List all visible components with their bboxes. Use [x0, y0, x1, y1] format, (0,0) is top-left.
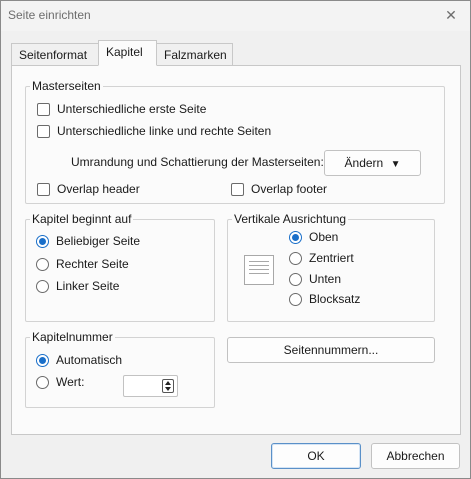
left-right-label: Unterschiedliche linke und rechte Seiten	[57, 124, 272, 138]
first-page-checkbox-row[interactable]: Unterschiedliche erste Seite	[37, 102, 206, 116]
kapitel-start-legend: Kapitel beginnt auf	[30, 212, 134, 226]
tab-seitenformat[interactable]: Seitenformat	[11, 43, 99, 66]
first-page-checkbox[interactable]	[37, 102, 50, 116]
overlap-footer-checkbox[interactable]	[231, 182, 244, 196]
overlap-footer-row[interactable]: Overlap footer	[231, 182, 327, 196]
cancel-button[interactable]: Abbrechen	[371, 443, 460, 469]
start-option-right-label: Rechter Seite	[56, 257, 129, 271]
start-option-any[interactable]: Beliebiger Seite	[36, 234, 140, 248]
overlap-footer-label: Overlap footer	[251, 182, 328, 196]
tab-falzmarken[interactable]: Falzmarken	[156, 43, 233, 66]
overlap-header-checkbox[interactable]	[37, 182, 50, 196]
window-title: Seite einrichten	[8, 8, 91, 22]
align-option-top[interactable]: Oben	[289, 230, 338, 244]
kapitelnummer-legend: Kapitelnummer	[30, 330, 115, 344]
close-icon[interactable]: ✕	[443, 7, 459, 23]
radio-linker-seite[interactable]	[36, 279, 49, 293]
radio-blocksatz[interactable]	[289, 292, 302, 306]
border-shading-label: Umrandung und Schattierung der Mastersei…	[71, 155, 324, 169]
start-option-left-label: Linker Seite	[56, 279, 120, 293]
start-option-any-label: Beliebiger Seite	[56, 234, 141, 248]
page-preview-icon	[244, 255, 274, 285]
triangle-down-icon: ▼	[390, 159, 401, 170]
title-bar: Seite einrichten ✕	[1, 1, 470, 31]
tab-kapitel[interactable]: Kapitel	[98, 40, 157, 66]
align-option-justify-label: Blocksatz	[309, 292, 361, 306]
ok-button[interactable]: OK	[271, 443, 361, 469]
align-option-justify[interactable]: Blocksatz	[289, 292, 360, 306]
radio-automatisch[interactable]	[36, 353, 49, 367]
masterseiten-legend: Masterseiten	[30, 79, 103, 93]
first-page-label: Unterschiedliche erste Seite	[57, 102, 207, 116]
left-right-checkbox-row[interactable]: Unterschiedliche linke und rechte Seiten	[37, 124, 271, 138]
change-button-label: Ändern	[344, 156, 384, 170]
change-button[interactable]: Ändern ▼	[324, 150, 421, 176]
vertical-alignment-group: Vertikale Ausrichtung Oben Zentriert Unt…	[227, 212, 435, 322]
tab-panel-kapitel: Masterseiten Unterschiedliche erste Seit…	[11, 65, 461, 435]
radio-wert[interactable]	[36, 375, 49, 389]
kapitelnummer-group: Kapitelnummer Automatisch Wert:	[25, 330, 215, 408]
radio-unten[interactable]	[289, 272, 302, 286]
page-numbers-button[interactable]: Seitennummern...	[227, 337, 435, 363]
vertical-alignment-legend: Vertikale Ausrichtung	[232, 212, 349, 226]
chapter-number-spinner[interactable]	[123, 375, 178, 397]
align-option-top-label: Oben	[309, 230, 339, 244]
number-auto-row[interactable]: Automatisch	[36, 353, 122, 367]
masterseiten-group: Masterseiten Unterschiedliche erste Seit…	[25, 79, 445, 204]
radio-oben[interactable]	[289, 230, 302, 244]
radio-rechter-seite[interactable]	[36, 257, 49, 271]
overlap-header-row[interactable]: Overlap header	[37, 182, 140, 196]
radio-zentriert[interactable]	[289, 251, 302, 265]
number-value-row[interactable]: Wert:	[36, 375, 84, 389]
number-auto-label: Automatisch	[56, 353, 123, 367]
kapitel-start-group: Kapitel beginnt auf Beliebiger Seite Rec…	[25, 212, 215, 322]
left-right-checkbox[interactable]	[37, 124, 50, 138]
start-option-left[interactable]: Linker Seite	[36, 279, 119, 293]
align-option-bottom[interactable]: Unten	[289, 272, 341, 286]
spinner-arrows-icon[interactable]	[162, 379, 174, 393]
radio-beliebiger-seite[interactable]	[36, 234, 49, 248]
start-option-right[interactable]: Rechter Seite	[36, 257, 129, 271]
align-option-center[interactable]: Zentriert	[289, 251, 354, 265]
page-setup-dialog: Seite einrichten ✕ Seitenformat Kapitel …	[0, 0, 471, 479]
align-option-bottom-label: Unten	[309, 272, 342, 286]
border-shading-row: Umrandung und Schattierung der Mastersei…	[71, 155, 324, 169]
overlap-header-label: Overlap header	[57, 182, 140, 196]
number-value-label: Wert:	[56, 375, 85, 389]
align-option-center-label: Zentriert	[309, 251, 354, 265]
